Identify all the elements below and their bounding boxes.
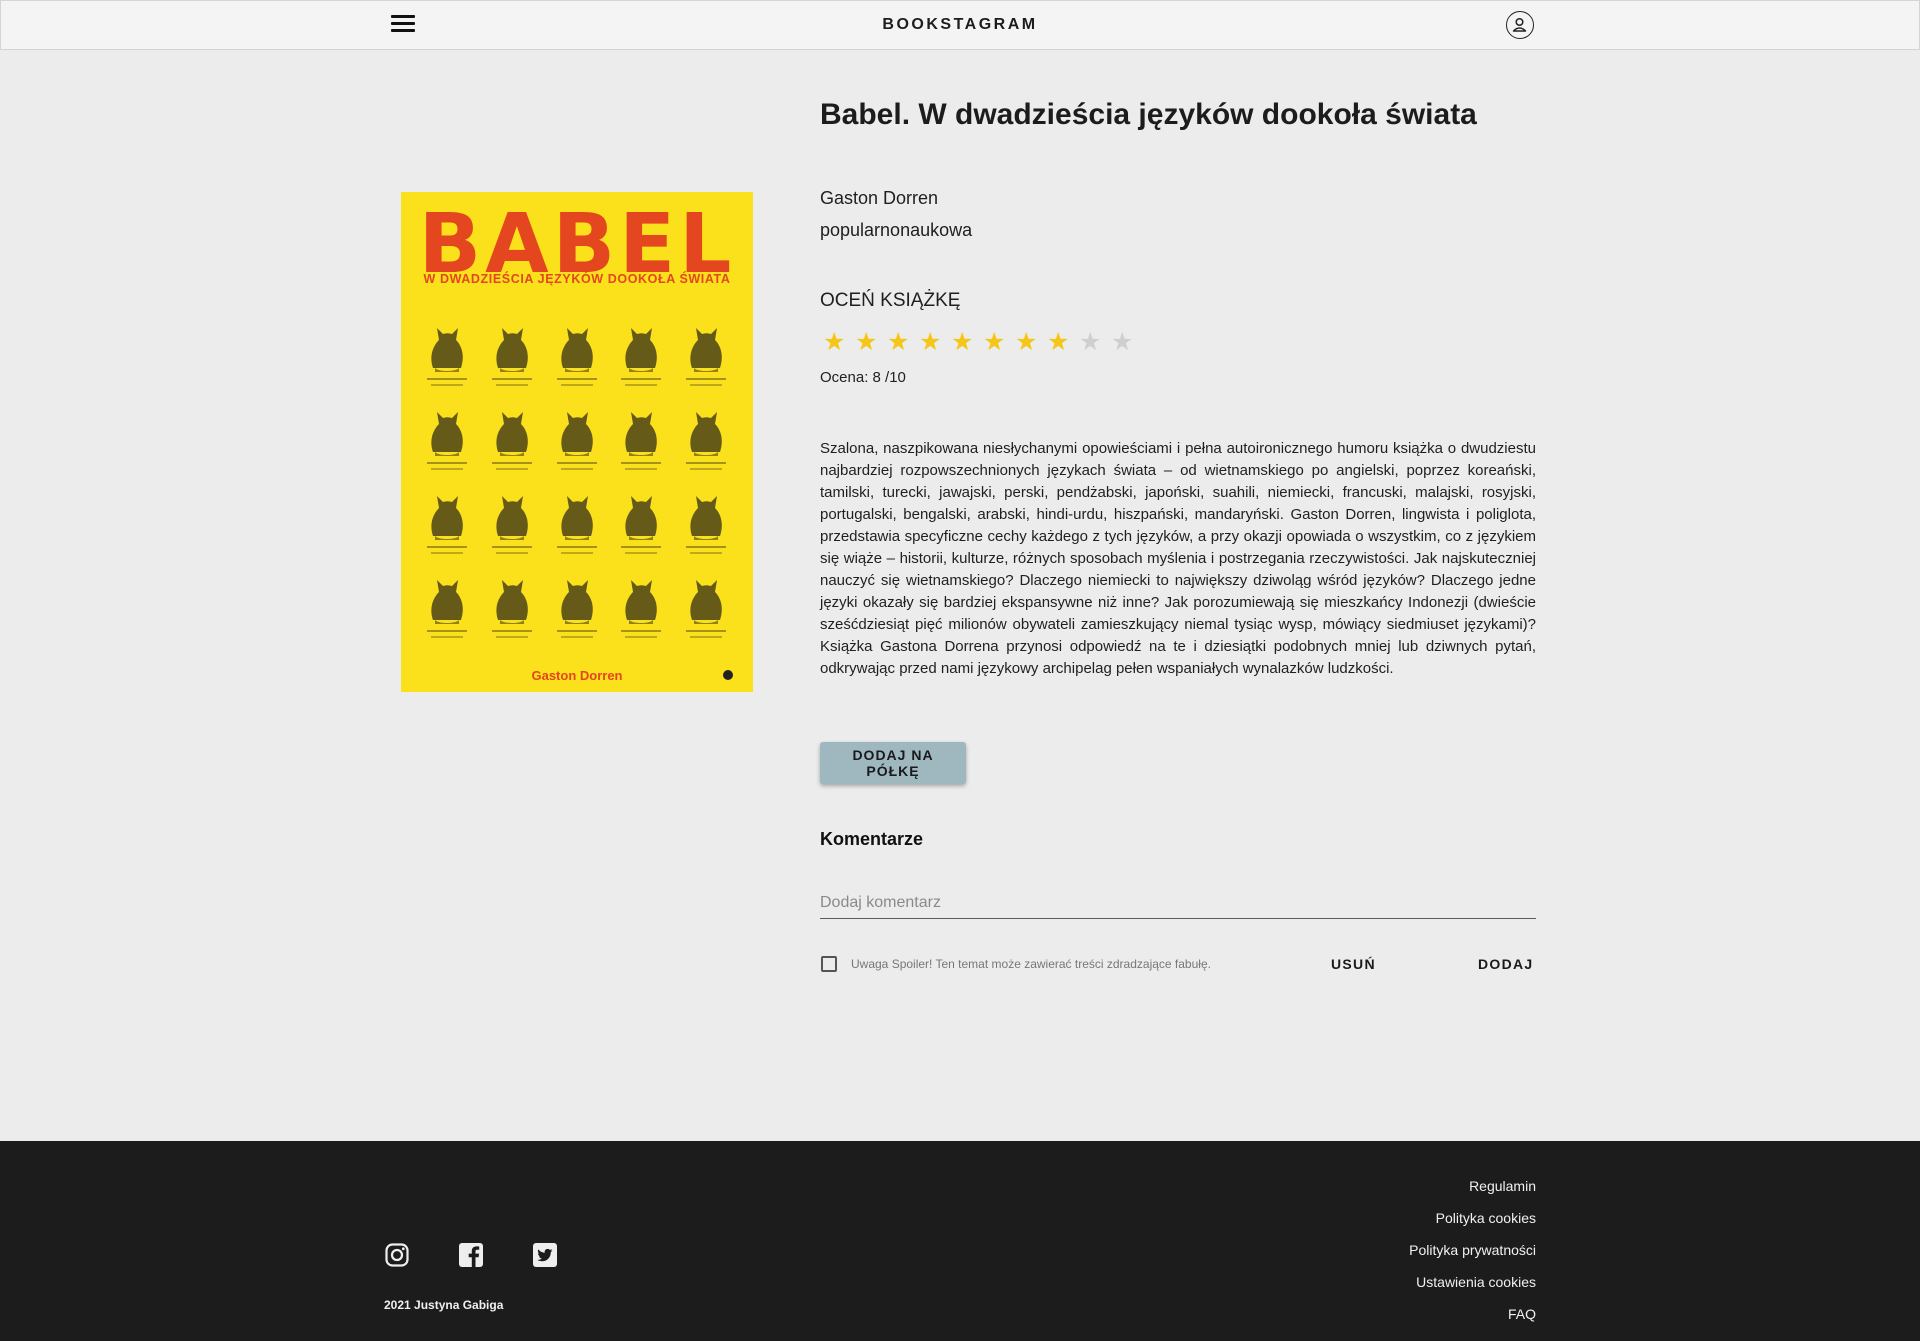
cover-cat-illustration [480,316,545,394]
delete-comment-button[interactable]: USUŃ [1331,956,1376,972]
rating-star-1[interactable]: ★ [823,326,855,358]
cover-cat-illustration [480,484,545,562]
rating-star-9[interactable]: ★ [1079,326,1111,358]
book-genre: popularnonaukowa [820,220,973,240]
book-author: Gaston Dorren [820,188,939,208]
rating-value: Ocena: 8 /10 [820,369,906,386]
rating-star-7[interactable]: ★ [1015,326,1047,358]
cover-cat-illustration [415,568,480,646]
rate-book-heading: OCEŃ KSIĄŻKĘ [820,290,961,311]
spoiler-checkbox[interactable] [821,956,837,972]
publisher-logo [723,670,733,680]
cover-cat-illustration [545,568,610,646]
footer-link-cookie-settings[interactable]: Ustawienia cookies [1409,1266,1536,1298]
footer: 2021 Justyna Gabiga Regulamin Polityka c… [0,1141,1920,1341]
cover-cat-illustration [480,400,545,478]
cover-author: Gaston Dorren [531,668,623,683]
star-rating[interactable]: ★ ★ ★ ★ ★ ★ ★ ★ ★ ★ [823,326,1143,358]
copyright-text: 2021 Justyna Gabiga [384,1298,504,1312]
facebook-icon[interactable] [458,1242,484,1268]
cover-cat-illustration [674,484,739,562]
comments-heading: Komentarze [820,829,924,849]
cover-cat-illustration [480,568,545,646]
cover-cat-illustration [545,484,610,562]
cover-cat-illustration [609,568,674,646]
cover-cat-illustration [674,568,739,646]
footer-link-cookie-policy[interactable]: Polityka cookies [1409,1202,1536,1234]
book-cover-image: BABEL W DWADZIEŚCIA JĘZYKÓW DOOKOŁA ŚWIA… [401,192,753,692]
cover-cat-illustration [415,316,480,394]
rating-star-8[interactable]: ★ [1047,326,1079,358]
book-description: Szalona, naszpikowana niesłychanymi opow… [820,440,1536,677]
book-title: Babel. W dwadzieścia języków dookoła świ… [820,98,1477,131]
cover-cat-illustration [674,400,739,478]
rating-star-4[interactable]: ★ [919,326,951,358]
user-account-icon[interactable] [1506,11,1534,39]
spoiler-checkbox-label: Uwaga Spoiler! Ten temat może zawierać t… [851,957,1211,971]
twitter-icon[interactable] [532,1242,558,1268]
top-navbar: BOOKSTAGRAM [0,0,1920,50]
rating-star-10[interactable]: ★ [1111,326,1143,358]
cover-cat-illustration [415,484,480,562]
rating-star-2[interactable]: ★ [855,326,887,358]
footer-links: Regulamin Polityka cookies Polityka pryw… [1409,1170,1536,1330]
add-to-shelf-button[interactable]: DODAJ NA PÓŁKĘ [820,742,966,784]
cover-cat-illustration [609,484,674,562]
footer-link-privacy-policy[interactable]: Polityka prywatności [1409,1234,1536,1266]
cover-cat-illustration [674,316,739,394]
cover-cat-illustration [609,400,674,478]
rating-star-5[interactable]: ★ [951,326,983,358]
footer-link-faq[interactable]: FAQ [1409,1298,1536,1330]
cover-subtitle: W DWADZIEŚCIA JĘZYKÓW DOOKOŁA ŚWIATA [423,272,731,286]
cover-cat-illustration [545,400,610,478]
cover-illustration-grid [415,316,739,646]
instagram-icon[interactable] [384,1242,410,1268]
add-comment-button[interactable]: DODAJ [1478,956,1534,972]
cover-cat-illustration [415,400,480,478]
rating-star-6[interactable]: ★ [983,326,1015,358]
comment-input[interactable] [820,888,1536,919]
rating-star-3[interactable]: ★ [887,326,919,358]
brand-logo[interactable]: BOOKSTAGRAM [1,16,1919,34]
cover-cat-illustration [609,316,674,394]
cover-cat-illustration [545,316,610,394]
footer-link-terms[interactable]: Regulamin [1409,1170,1536,1202]
